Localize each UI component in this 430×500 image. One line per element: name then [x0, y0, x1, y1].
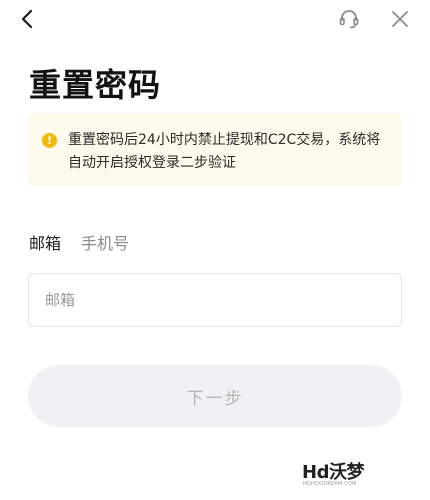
chevron-left-icon: [21, 9, 33, 29]
close-icon: [392, 11, 408, 27]
watermark-logo: Hd沃梦 HDHOODREAM.COM: [302, 458, 364, 494]
verification-method-tabs: 邮箱 手机号: [29, 232, 129, 256]
tab-phone[interactable]: 手机号: [81, 232, 129, 256]
exclamation-circle-icon: !: [42, 133, 57, 148]
back-button[interactable]: [14, 6, 40, 32]
page-title: 重置密码: [29, 66, 162, 104]
watermark-subtext: HDHOODREAM.COM: [303, 481, 357, 487]
tab-email[interactable]: 邮箱: [29, 232, 61, 256]
email-field[interactable]: [29, 274, 401, 326]
email-field-container: [28, 273, 402, 327]
top-bar: [0, 0, 430, 40]
support-button[interactable]: [336, 6, 362, 32]
next-step-button[interactable]: 下一步: [28, 365, 402, 427]
notice-text: 重置密码后24小时内禁止提现和C2C交易，系统将自动开启授权登录二步验证: [68, 132, 381, 171]
headset-icon: [339, 10, 359, 29]
warning-notice: ! 重置密码后24小时内禁止提现和C2C交易，系统将自动开启授权登录二步验证: [28, 113, 402, 186]
close-button[interactable]: [387, 6, 413, 32]
